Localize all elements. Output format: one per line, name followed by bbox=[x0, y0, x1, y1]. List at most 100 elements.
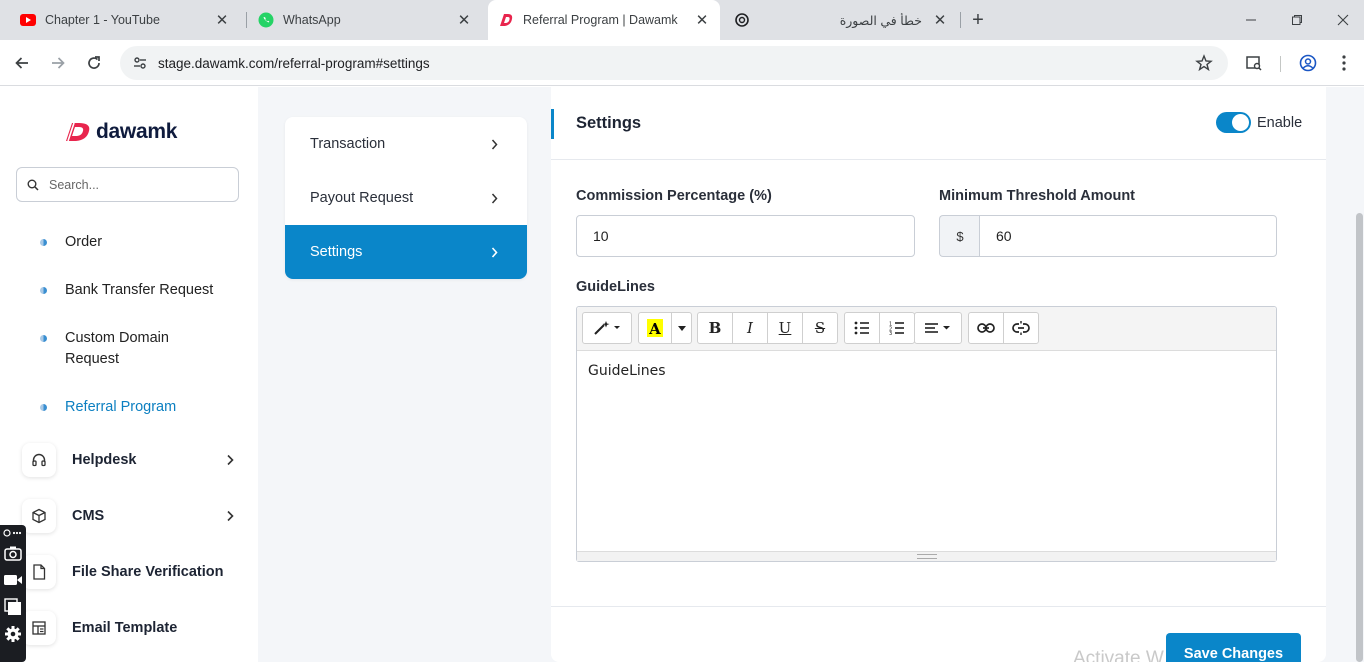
tab-title: خطأ في الصورة bbox=[839, 13, 922, 28]
profile-icon[interactable] bbox=[1296, 51, 1320, 75]
sidebar-item-label: Custom Domain Request bbox=[65, 330, 169, 367]
caret-down-icon bbox=[677, 325, 686, 331]
editor-resize-handle[interactable] bbox=[577, 551, 1276, 561]
highlight-color-button[interactable]: A bbox=[638, 312, 672, 344]
template-icon bbox=[22, 611, 56, 645]
close-tab-icon[interactable]: ✕ bbox=[694, 12, 710, 29]
youtube-icon bbox=[20, 12, 36, 28]
strikethrough-button[interactable]: S bbox=[802, 312, 838, 344]
subnav-item-label: Payout Request bbox=[310, 190, 414, 206]
screen-capture-icon[interactable] bbox=[3, 597, 23, 617]
sidebar-item-label: CMS bbox=[72, 508, 105, 524]
chevron-right-icon bbox=[487, 193, 501, 204]
close-window-icon[interactable] bbox=[1331, 8, 1355, 32]
sidebar-item-helpdesk[interactable]: Helpdesk bbox=[22, 442, 237, 478]
close-tab-icon[interactable]: ✕ bbox=[456, 12, 472, 29]
activate-windows-watermark: Activate Windows bbox=[1073, 648, 1165, 662]
tab-separator bbox=[960, 12, 961, 28]
chevron-right-icon bbox=[223, 454, 237, 466]
magic-wand-icon bbox=[594, 321, 620, 335]
sidebar: dawamk Order Bank Transfer Request Custo… bbox=[0, 87, 258, 662]
sidebar-item-bank-transfer-request[interactable]: Bank Transfer Request bbox=[40, 280, 215, 301]
magic-wand-style-button[interactable] bbox=[582, 312, 632, 344]
subnav-item-label: Transaction bbox=[310, 136, 386, 152]
gear-icon[interactable] bbox=[3, 624, 23, 644]
close-tab-icon[interactable]: ✕ bbox=[214, 12, 230, 29]
bullet-icon bbox=[40, 404, 47, 411]
page-scrollbar-thumb[interactable] bbox=[1356, 213, 1363, 662]
bold-button[interactable]: B bbox=[697, 312, 733, 344]
threshold-label: Minimum Threshold Amount bbox=[939, 188, 1136, 204]
subnav-item-settings[interactable]: Settings bbox=[285, 225, 527, 279]
enable-toggle[interactable] bbox=[1216, 112, 1251, 133]
chevron-right-icon bbox=[487, 139, 501, 150]
bullet-icon bbox=[40, 239, 47, 246]
dawamk-logo[interactable]: dawamk bbox=[64, 120, 177, 144]
brand-name: dawamk bbox=[96, 120, 178, 143]
restore-icon[interactable] bbox=[1285, 8, 1309, 32]
header-accent-bar bbox=[551, 109, 554, 139]
whatsapp-icon bbox=[258, 12, 274, 28]
headset-icon bbox=[22, 443, 56, 477]
sidebar-item-custom-domain-request[interactable]: Custom Domain Request bbox=[40, 328, 195, 370]
sidebar-item-label: File Share Verification bbox=[72, 564, 224, 580]
underline-button[interactable]: U bbox=[767, 312, 803, 344]
editor-content[interactable]: GuideLines bbox=[588, 363, 666, 379]
color-dropdown-button[interactable] bbox=[671, 312, 692, 344]
dawamk-icon bbox=[498, 12, 514, 28]
dawamk-logo-mark bbox=[66, 122, 90, 142]
chevron-right-icon bbox=[487, 246, 501, 258]
tab-youtube[interactable]: Chapter 1 - YouTube ✕ bbox=[12, 0, 238, 40]
save-changes-button[interactable]: Save Changes bbox=[1166, 633, 1301, 662]
tab-title: Referral Program | Dawamk bbox=[523, 13, 678, 27]
align-dropdown-button[interactable] bbox=[914, 312, 962, 344]
commission-input[interactable] bbox=[576, 215, 915, 257]
unlink-button[interactable] bbox=[1003, 312, 1039, 344]
close-tab-icon[interactable]: ✕ bbox=[932, 12, 948, 29]
italic-button[interactable]: I bbox=[732, 312, 768, 344]
tab-title: Chapter 1 - YouTube bbox=[45, 13, 160, 27]
bullet-list-button[interactable] bbox=[844, 312, 880, 344]
bullet-icon bbox=[40, 335, 47, 342]
tab-chatgpt[interactable]: خطأ في الصورة ✕ bbox=[726, 0, 956, 40]
subnav-item-payout-request[interactable]: Payout Request bbox=[285, 171, 527, 225]
link-icon bbox=[977, 323, 995, 333]
numbered-list-icon: 123 bbox=[889, 322, 904, 335]
insert-link-button[interactable] bbox=[968, 312, 1004, 344]
tab-whatsapp[interactable]: WhatsApp ✕ bbox=[250, 0, 480, 40]
svg-text:A: A bbox=[648, 320, 661, 337]
svg-text:3: 3 bbox=[889, 331, 892, 335]
site-settings-icon[interactable] bbox=[130, 53, 150, 73]
sidebar-item-email-template[interactable]: Email Template bbox=[22, 610, 237, 646]
sidebar-item-label: Referral Program bbox=[65, 399, 177, 415]
threshold-input[interactable] bbox=[979, 215, 1277, 257]
referral-subnav: Transaction Payout Request Settings bbox=[285, 117, 527, 279]
browser-menu-icon[interactable] bbox=[1332, 51, 1356, 75]
url-text[interactable]: stage.dawamk.com/referral-program#settin… bbox=[158, 56, 1192, 71]
minimize-icon[interactable] bbox=[1239, 8, 1263, 32]
subnav-item-transaction[interactable]: Transaction bbox=[285, 117, 527, 171]
sidebar-search[interactable] bbox=[16, 167, 239, 202]
back-arrow-icon[interactable] bbox=[10, 51, 34, 75]
sidebar-item-cms[interactable]: CMS bbox=[22, 498, 237, 534]
file-icon bbox=[22, 555, 56, 589]
recorder-menu-icon[interactable] bbox=[3, 525, 23, 541]
sidebar-item-referral-program[interactable]: Referral Program bbox=[40, 397, 215, 418]
reload-icon[interactable] bbox=[82, 51, 106, 75]
sidebar-item-file-share-verification[interactable]: File Share Verification bbox=[22, 554, 237, 590]
guidelines-label: GuideLines bbox=[576, 279, 655, 295]
camera-icon[interactable] bbox=[3, 543, 23, 563]
tab-referral-program[interactable]: Referral Program | Dawamk ✕ bbox=[488, 0, 720, 40]
tab-search-icon[interactable] bbox=[1242, 51, 1266, 75]
search-input[interactable] bbox=[49, 177, 229, 192]
currency-prefix: $ bbox=[939, 215, 980, 257]
bookmark-star-icon[interactable] bbox=[1192, 51, 1216, 75]
address-bar[interactable]: stage.dawamk.com/referral-program#settin… bbox=[120, 46, 1228, 80]
sidebar-item-order[interactable]: Order bbox=[40, 232, 215, 253]
numbered-list-button[interactable]: 123 bbox=[879, 312, 915, 344]
forward-arrow-icon[interactable] bbox=[46, 51, 70, 75]
editor-toolbar: A B I U S 123 bbox=[577, 307, 1276, 351]
chatgpt-icon bbox=[734, 12, 750, 28]
video-camera-icon[interactable] bbox=[3, 570, 23, 590]
new-tab-icon[interactable]: + bbox=[968, 9, 988, 31]
